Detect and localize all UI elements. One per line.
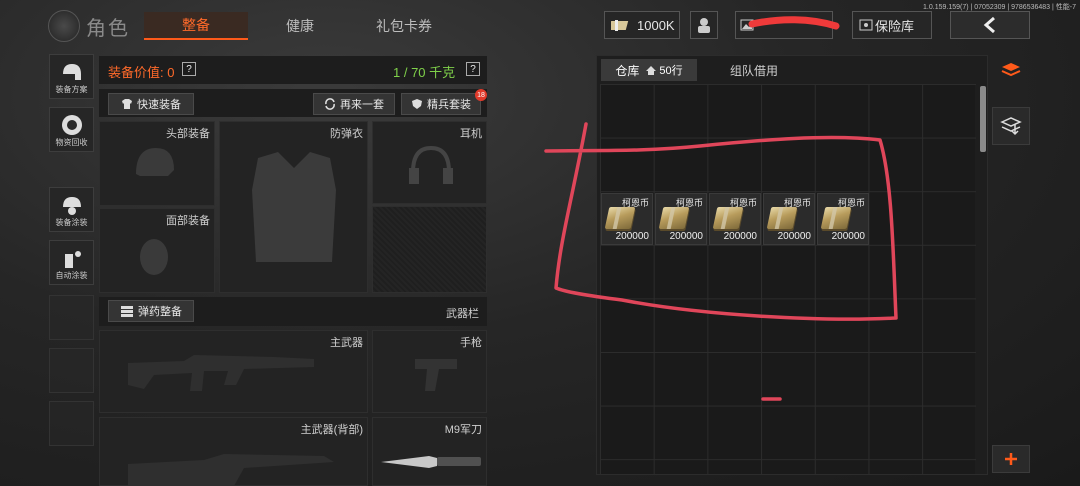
- redaction-scribble: [748, 16, 840, 30]
- annotation-circle: [544, 122, 898, 321]
- hand-drawn-annotation: [544, 16, 898, 401]
